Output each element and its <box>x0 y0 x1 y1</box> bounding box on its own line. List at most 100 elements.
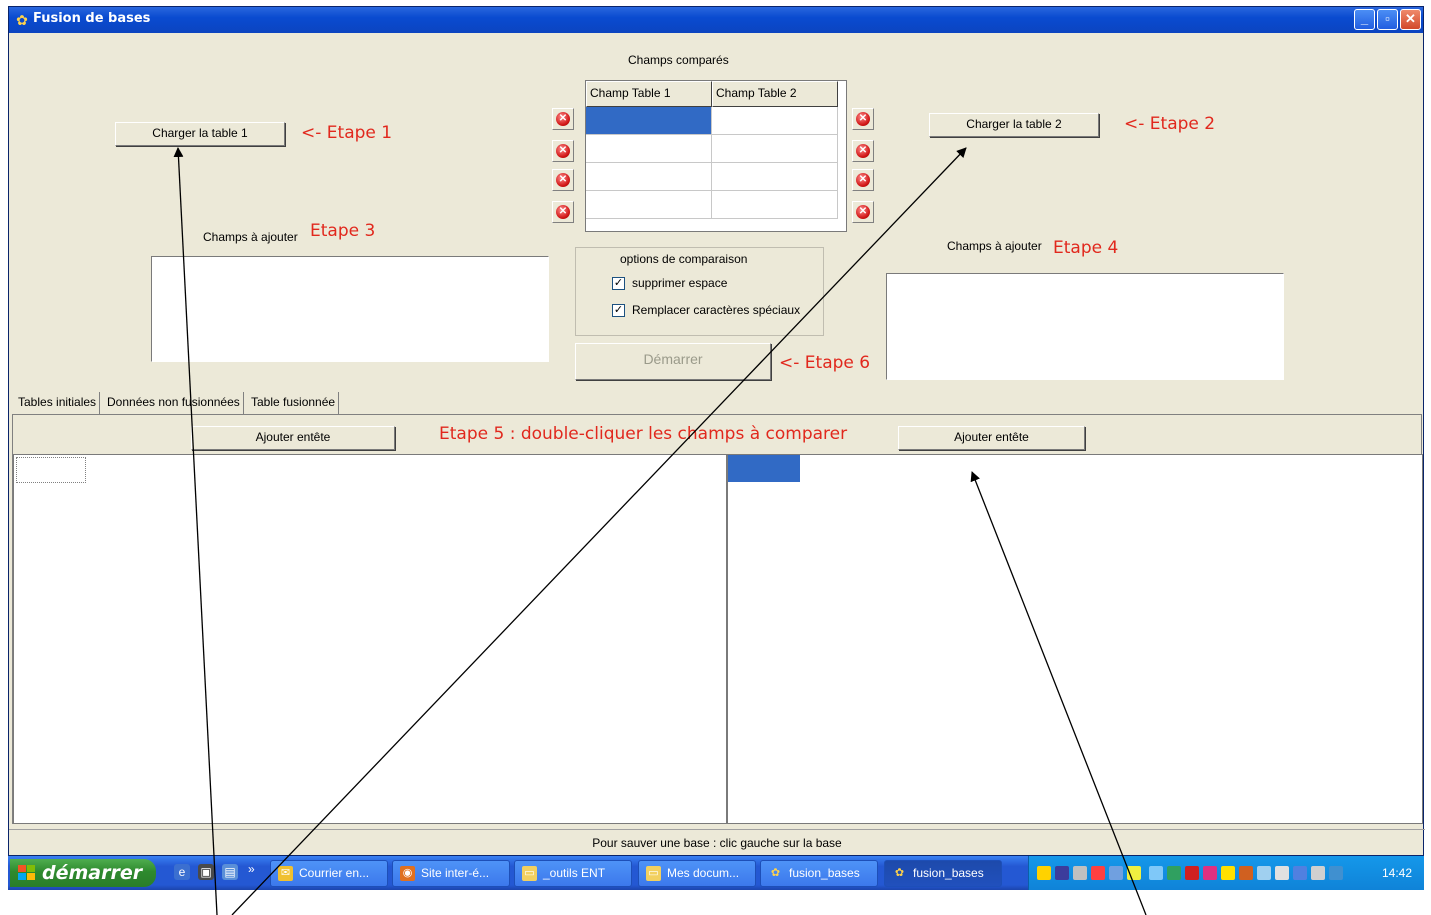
folder-icon: ▭ <box>522 866 537 881</box>
task-fusion-bases-active[interactable]: ✿ fusion_bases <box>884 860 1002 887</box>
remove-space-label: supprimer espace <box>632 276 728 290</box>
load-table2-button[interactable]: Charger la table 2 <box>929 113 1099 137</box>
delete-field-button[interactable]: ✕ <box>852 108 874 130</box>
step3-label: Etape 3 <box>310 221 376 241</box>
tab-donnees-non-fusionnees[interactable]: Données non fusionnées <box>104 392 244 414</box>
task-mes-documents[interactable]: ▭ Mes docum... <box>638 860 756 887</box>
delete-field-button[interactable]: ✕ <box>552 169 574 191</box>
fields-to-add-right-list[interactable] <box>886 273 1284 380</box>
remove-space-checkbox[interactable]: ✓ <box>612 277 625 290</box>
step1-label: <- Etape 1 <box>301 123 393 143</box>
task-outils[interactable]: ▭ _outils ENT <box>514 860 632 887</box>
delete-field-button[interactable]: ✕ <box>852 140 874 162</box>
status-bar: Pour sauver une base : clic gauche sur l… <box>9 829 1425 856</box>
windows-logo-icon <box>18 865 35 880</box>
delete-icon: ✕ <box>856 144 870 158</box>
compared-fields-grid[interactable]: Champ Table 1 Champ Table 2 <box>585 80 847 232</box>
grid-cell[interactable] <box>586 135 712 163</box>
load-table1-button[interactable]: Charger la table 1 <box>115 122 285 146</box>
tray-icon[interactable] <box>1311 866 1325 880</box>
grid-cell[interactable] <box>586 191 712 219</box>
grid-cell[interactable] <box>712 191 838 219</box>
desktop-icon[interactable]: ▣ <box>198 864 214 880</box>
tray-icon[interactable] <box>1037 866 1051 880</box>
comparison-options-group: options de comparaison ✓ supprimer espac… <box>575 247 824 336</box>
app-icon: ✿ <box>16 12 28 28</box>
task-label: fusion_bases <box>789 866 860 880</box>
start-button[interactable]: Démarrer <box>575 343 771 380</box>
delete-icon: ✕ <box>556 205 570 219</box>
media-icon[interactable]: ▤ <box>222 864 238 880</box>
table1-grid[interactable] <box>13 454 727 824</box>
system-tray: 14:42 <box>1028 856 1424 890</box>
delete-icon: ✕ <box>856 112 870 126</box>
tray-icon[interactable] <box>1257 866 1271 880</box>
replace-special-checkbox[interactable]: ✓ <box>612 304 625 317</box>
options-title: options de comparaison <box>620 252 748 266</box>
taskbar: démarrer e ▣ ▤ » ✉ Courrier en... ◉ Site i… <box>8 856 1424 890</box>
tray-icon[interactable] <box>1221 866 1235 880</box>
grid-cell[interactable] <box>712 135 838 163</box>
table1-cell[interactable] <box>16 457 86 483</box>
window-title: Fusion de bases <box>33 11 151 26</box>
tray-icon[interactable] <box>1127 866 1141 880</box>
compared-fields-label: Champs comparés <box>628 53 729 67</box>
task-site[interactable]: ◉ Site inter-é... <box>392 860 510 887</box>
app-icon: ✿ <box>770 867 781 879</box>
replace-special-label: Remplacer caractères spéciaux <box>632 303 801 317</box>
delete-field-button[interactable]: ✕ <box>552 108 574 130</box>
grid-header-table1[interactable]: Champ Table 1 <box>586 81 712 107</box>
tray-icon[interactable] <box>1239 866 1253 880</box>
task-courrier[interactable]: ✉ Courrier en... <box>270 860 388 887</box>
grid-cell-selected[interactable] <box>586 107 712 135</box>
step5-label: Etape 5 : double-cliquer les champs à co… <box>439 424 848 444</box>
tab-tables-initiales[interactable]: Tables initiales <box>15 392 101 414</box>
delete-field-button[interactable]: ✕ <box>552 201 574 223</box>
grid-cell[interactable] <box>712 107 838 135</box>
tray-icon[interactable] <box>1149 866 1163 880</box>
tray-icon[interactable] <box>1055 866 1069 880</box>
step6-label: <- Etape 6 <box>779 353 871 373</box>
grid-cell[interactable] <box>712 163 838 191</box>
restore-button[interactable]: ▫ <box>1377 9 1398 30</box>
tray-icon[interactable] <box>1275 866 1289 880</box>
start-button[interactable]: démarrer <box>10 859 156 887</box>
tray-icon[interactable] <box>1329 866 1343 880</box>
step4-label: Etape 4 <box>1053 238 1119 258</box>
table2-grid[interactable] <box>727 454 1423 824</box>
delete-icon: ✕ <box>856 173 870 187</box>
task-fusion-bases[interactable]: ✿ fusion_bases <box>760 860 878 887</box>
title-bar[interactable]: ✿ Fusion de bases _ ▫ ✕ <box>9 7 1423 33</box>
folder-icon: ▭ <box>646 866 661 881</box>
ie-icon[interactable]: e <box>174 864 190 880</box>
close-button[interactable]: ✕ <box>1400 9 1421 30</box>
mail-icon: ✉ <box>278 866 293 881</box>
tray-icon[interactable] <box>1073 866 1087 880</box>
delete-field-button[interactable]: ✕ <box>852 201 874 223</box>
fields-to-add-left-list[interactable] <box>151 256 549 362</box>
minimize-button[interactable]: _ <box>1354 9 1375 30</box>
task-label: _outils ENT <box>543 866 606 880</box>
table2-cell-selected[interactable] <box>728 455 800 482</box>
delete-icon: ✕ <box>556 144 570 158</box>
firefox-icon: ◉ <box>400 866 415 881</box>
tab-table-fusionnee[interactable]: Table fusionnée <box>248 392 340 414</box>
quicklaunch-more[interactable]: » <box>248 862 255 876</box>
task-label: fusion_bases <box>913 866 984 880</box>
add-header-left-button[interactable]: Ajouter entête <box>191 426 395 450</box>
delete-field-button[interactable]: ✕ <box>852 169 874 191</box>
network-icon[interactable] <box>1109 866 1123 880</box>
volume-icon[interactable] <box>1091 866 1105 880</box>
fields-to-add-right-label: Champs à ajouter <box>947 239 1042 253</box>
delete-icon: ✕ <box>856 205 870 219</box>
tray-icon[interactable] <box>1293 866 1307 880</box>
delete-icon: ✕ <box>556 173 570 187</box>
grid-cell[interactable] <box>586 163 712 191</box>
grid-header-table2[interactable]: Champ Table 2 <box>712 81 838 107</box>
tray-icon[interactable] <box>1167 866 1181 880</box>
tray-icon[interactable] <box>1185 866 1199 880</box>
task-label: Courrier en... <box>299 866 370 880</box>
add-header-right-button[interactable]: Ajouter entête <box>898 426 1085 450</box>
delete-field-button[interactable]: ✕ <box>552 140 574 162</box>
tray-icon[interactable] <box>1203 866 1217 880</box>
